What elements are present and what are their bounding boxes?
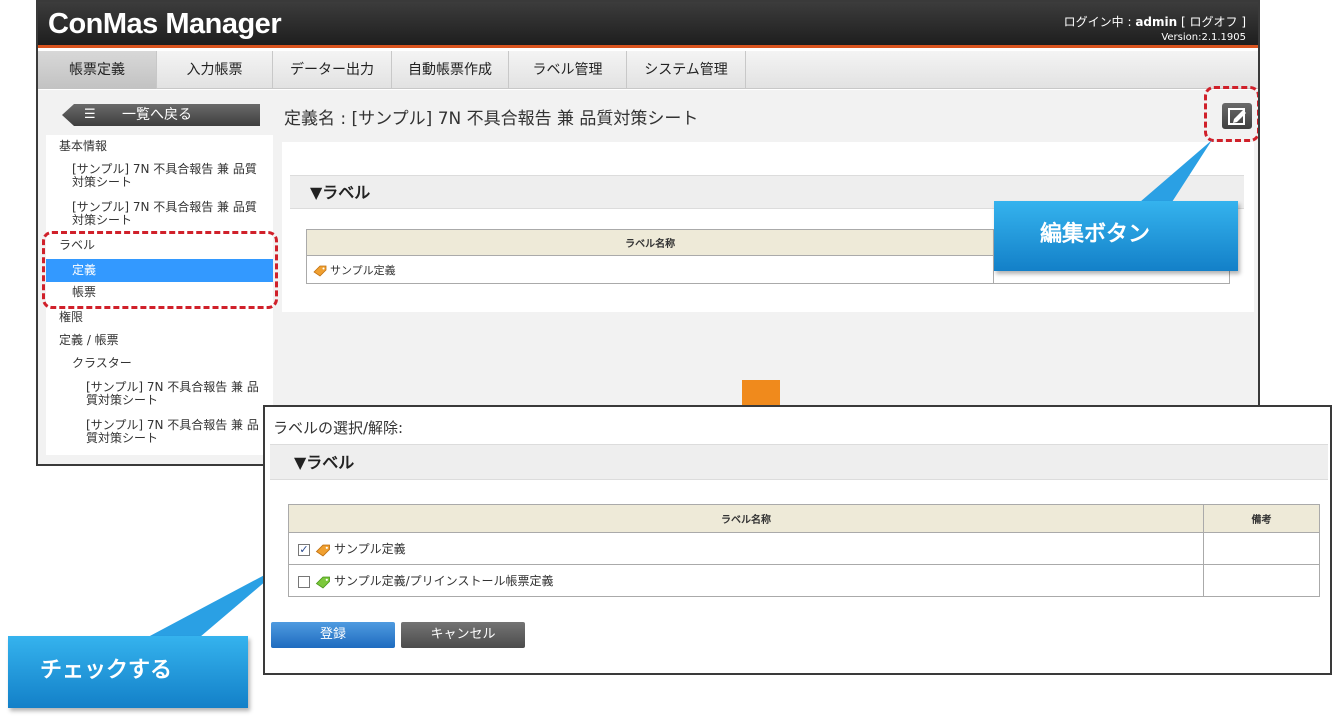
dialog-cell-label: サンプル定義/プリインストール帳票定義 <box>287 564 1205 597</box>
dialog-label-table: ラベル名称 備考 ✓ サンプル定義 サンプル定義/プリインストール帳票定義 <box>287 504 1320 597</box>
dialog-cell-label: ✓ サンプル定義 <box>287 532 1205 565</box>
label-name: サンプル定義/プリインストール帳票定義 <box>334 574 554 588</box>
table-row: ✓ サンプル定義 <box>287 532 1320 565</box>
dialog-column-header-label-name: ラベル名称 <box>287 504 1205 533</box>
dialog-column-header-note: 備考 <box>1203 504 1320 533</box>
dialog-cell-note <box>1203 564 1320 597</box>
register-button[interactable]: 登録 <box>271 622 395 648</box>
dialog-title: ラベルの選択/解除: <box>273 419 404 437</box>
label-checkbox[interactable] <box>298 576 310 588</box>
label-name: サンプル定義 <box>334 542 406 556</box>
edit-button-callout: 編集ボタン <box>994 201 1238 271</box>
dialog-section-heading: ▼ラベル <box>270 444 1328 480</box>
label-select-dialog: ラベルの選択/解除: ▼ラベル ラベル名称 備考 ✓ サンプル定義 サンプル定義/… <box>263 405 1332 675</box>
cancel-button[interactable]: キャンセル <box>401 622 525 648</box>
tag-icon <box>315 544 330 556</box>
label-checkbox[interactable]: ✓ <box>298 544 310 556</box>
dialog-cell-note <box>1203 532 1320 565</box>
check-callout: チェックする <box>8 636 248 708</box>
tag-icon <box>315 576 330 588</box>
edit-callout-pointer <box>1140 140 1212 202</box>
table-row: サンプル定義/プリインストール帳票定義 <box>287 564 1320 597</box>
dialog-table-header-row: ラベル名称 備考 <box>287 504 1320 533</box>
